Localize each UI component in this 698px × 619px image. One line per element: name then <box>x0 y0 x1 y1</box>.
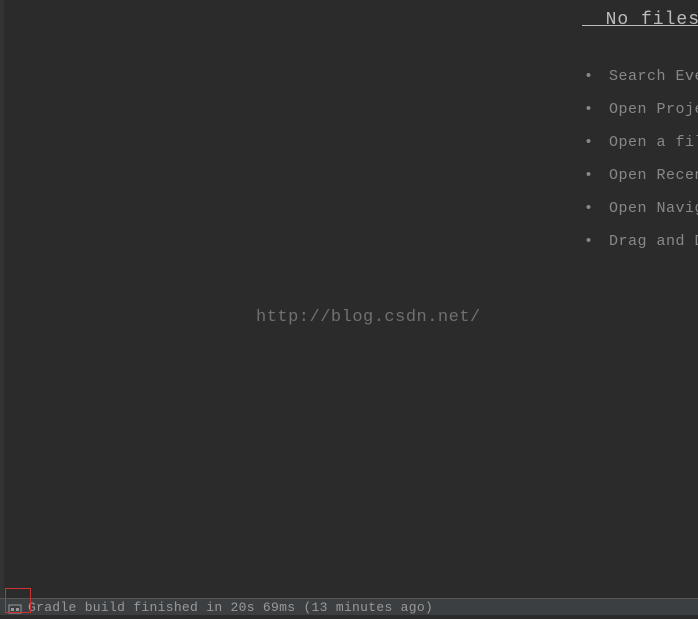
editor-empty-area: No files Search Ever Open Proje Open a f… <box>4 0 698 598</box>
welcome-item-open-navigation[interactable]: Open Naviga <box>584 192 698 225</box>
welcome-item-search-everywhere[interactable]: Search Ever <box>584 60 698 93</box>
welcome-item-drag-drop[interactable]: Drag and Dr <box>584 225 698 258</box>
watermark-text: http://blog.csdn.net/ <box>256 308 481 327</box>
welcome-item-open-project[interactable]: Open Proje <box>584 93 698 126</box>
highlight-annotation <box>5 588 31 613</box>
status-message: Gradle build finished in 20s 69ms (13 mi… <box>28 600 433 615</box>
welcome-item-open-recent[interactable]: Open Recent <box>584 159 698 192</box>
welcome-actions-list: Search Ever Open Proje Open a file Open … <box>584 60 698 258</box>
welcome-title: No files <box>582 10 698 32</box>
status-bar: Gradle build finished in 20s 69ms (13 mi… <box>0 598 698 615</box>
welcome-item-open-file[interactable]: Open a file <box>584 126 698 159</box>
